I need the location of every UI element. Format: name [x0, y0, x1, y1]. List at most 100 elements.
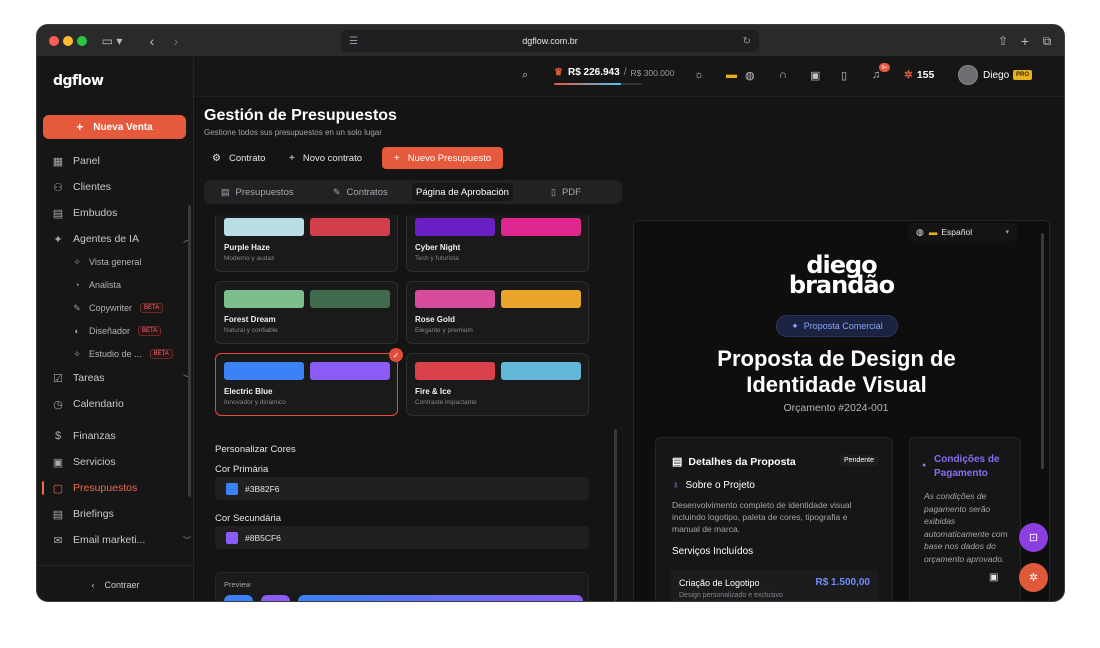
- sidebar-subitem-designer[interactable]: ◐ Diseñador BETA: [71, 322, 162, 340]
- tab-label: Presupuestos: [235, 186, 294, 198]
- color-preview: Preview: [215, 572, 589, 601]
- brand-logo: diego brandão: [634, 253, 1049, 297]
- collapse-sidebar-button[interactable]: ‹ Contraer: [37, 565, 194, 601]
- globe-icon[interactable]: ◍: [745, 69, 755, 82]
- flag-spain-icon[interactable]: ▬: [726, 69, 737, 81]
- sidebar-item-briefings[interactable]: ▤ Briefings: [51, 504, 114, 524]
- tab-overview-icon[interactable]: ⧉: [1039, 31, 1055, 51]
- share-icon[interactable]: ⇧: [995, 31, 1011, 51]
- primary-color-swatch[interactable]: [226, 482, 238, 495]
- chevron-down-icon: ﹀: [183, 535, 191, 545]
- dollar-icon: $: [54, 430, 62, 442]
- sidebar-item-label: Calendario: [73, 398, 124, 410]
- secondary-color-swatch[interactable]: [226, 531, 238, 544]
- secondary-swatch: [501, 290, 581, 308]
- address-bar[interactable]: ☰ dgflow.com.br ↻: [341, 30, 759, 52]
- new-sale-button[interactable]: + Nueva Venta: [43, 115, 186, 139]
- tab-budgets[interactable]: ▤ Presupuestos: [221, 183, 294, 201]
- theme-name: Electric Blue: [224, 387, 273, 396]
- new-budget-button[interactable]: + Nuevo Presupuesto: [382, 147, 503, 169]
- theme-description: Innovador y dinámico: [224, 399, 286, 406]
- contract-settings-button[interactable]: ⚙ Contrato: [212, 147, 265, 169]
- sidebar-item-calendar[interactable]: ◷ Calendario: [51, 394, 124, 414]
- forward-icon[interactable]: ›: [167, 31, 185, 51]
- sidebar-item-email-marketing[interactable]: ✉ Email marketi... ﹀: [51, 530, 191, 550]
- theme-card-cyber-night[interactable]: Cyber Night Tech y futurista: [406, 215, 589, 272]
- sidebar-subitem-label: Vista general: [89, 257, 142, 267]
- sidebar-toggle-icon[interactable]: ▭ ▾: [99, 31, 125, 51]
- revenue-goal[interactable]: ♛ R$ 226.943 / R$ 300.000: [554, 67, 674, 78]
- theme-toggle-icon[interactable]: ☼: [694, 69, 704, 81]
- sidebar-item-panel[interactable]: ▦ Panel: [51, 151, 100, 171]
- browser-toolbar: ▭ ▾ ‹ › ☰ dgflow.com.br ↻ ⇧ + ⧉: [37, 25, 1064, 57]
- sidebar-item-budgets[interactable]: ▢ Presupuestos: [51, 478, 137, 498]
- edit-document-icon: ✎: [333, 186, 341, 197]
- primary-swatch: [224, 290, 304, 308]
- revenue-progress-bar: [554, 83, 642, 85]
- theme-card-forest-dream[interactable]: Forest Dream Natural y confiable: [215, 281, 398, 344]
- new-contract-button[interactable]: + Novo contrato: [289, 147, 362, 169]
- file-icon[interactable]: ▯: [841, 69, 847, 82]
- bell-icon[interactable]: ♫: [872, 69, 880, 81]
- avatar[interactable]: [958, 65, 978, 85]
- sparkle-icon: ✦: [791, 320, 799, 331]
- primary-color-field[interactable]: #3B82F6: [215, 477, 589, 500]
- sparkle-action-button[interactable]: ✲: [1019, 563, 1048, 592]
- sparkle-icon: ✧: [73, 348, 81, 359]
- back-icon[interactable]: ‹: [143, 31, 161, 51]
- tab-approval-page[interactable]: Página de Aprobación: [412, 183, 513, 201]
- theme-settings-panel: Purple Haze Moderno y audaz Cyber Night …: [204, 215, 604, 601]
- tab-pdf[interactable]: ▯ PDF: [551, 183, 581, 201]
- theme-card-purple-haze[interactable]: Purple Haze Moderno y audaz: [215, 215, 398, 272]
- user-name[interactable]: Diego: [983, 70, 1009, 81]
- app-logo[interactable]: dgflow: [53, 73, 104, 89]
- left-panel-scrollbar[interactable]: [614, 429, 617, 601]
- clipboard-icon[interactable]: ▣: [810, 69, 820, 82]
- sidebar-subitem-analyst[interactable]: ◔ Analista: [71, 276, 121, 294]
- streak-counter[interactable]: ✲ 155: [904, 69, 934, 81]
- tab-label: Contratos: [346, 186, 388, 198]
- url-text: dgflow.com.br: [522, 36, 578, 46]
- sidebar-scrollbar[interactable]: [188, 205, 191, 497]
- new-tab-icon[interactable]: +: [1017, 31, 1033, 51]
- sidebar-item-ai-agents[interactable]: ✦ Agentes de IA ︿: [51, 229, 191, 249]
- secondary-color-field[interactable]: #8B5CF6: [215, 526, 589, 549]
- sidebar-item-label: Panel: [73, 155, 100, 167]
- sparkle-icon: ✲: [1028, 572, 1039, 584]
- theme-card-electric-blue[interactable]: Electric Blue Innovador y dinámico ✓: [215, 348, 403, 416]
- page-settings-icon[interactable]: ☰: [349, 36, 358, 47]
- clipboard-icon[interactable]: ▣: [989, 572, 998, 583]
- service-description: Design personalizado e exclusivo: [679, 592, 783, 599]
- zoom-window-button[interactable]: [77, 36, 87, 46]
- sidebar-item-funnels[interactable]: ▤ Embudos: [51, 203, 118, 223]
- document-icon: ▢: [52, 482, 64, 495]
- trophy-icon: ♛: [554, 67, 563, 78]
- checklist-icon: ☑: [53, 372, 63, 385]
- sidebar-item-tasks[interactable]: ☑ Tareas ﹀: [51, 368, 191, 388]
- plus-icon: +: [393, 152, 400, 164]
- sidebar-item-clients[interactable]: ⚇ Clientes: [51, 177, 111, 197]
- sidebar-item-finance[interactable]: $ Finanzas: [51, 426, 116, 446]
- ai-assistant-button[interactable]: ⊡: [1019, 523, 1048, 552]
- theme-description: Tech y futurista: [415, 255, 459, 262]
- preview-scrollbar[interactable]: [1041, 233, 1044, 469]
- headset-icon[interactable]: ∩: [779, 69, 787, 81]
- theme-card-rose-gold[interactable]: Rose Gold Elegante y premium: [406, 281, 589, 344]
- minimize-window-button[interactable]: [63, 36, 73, 46]
- sidebar-subitem-overview[interactable]: ✧ Vista general: [71, 253, 141, 271]
- sidebar-item-label: Agentes de IA: [73, 233, 139, 245]
- proposal-title: Proposta de Design de Identidade Visual: [717, 346, 956, 397]
- sidebar-subitem-copywriter[interactable]: ✎ Copywriter BETA: [71, 299, 164, 317]
- primary-swatch: [415, 218, 495, 236]
- search-icon[interactable]: ⌕: [522, 69, 528, 82]
- sidebar-item-services[interactable]: ▣ Servicios: [51, 452, 116, 472]
- reload-icon[interactable]: ↻: [743, 36, 751, 47]
- theme-description: Contraste impactante: [415, 399, 477, 406]
- close-window-button[interactable]: [49, 36, 59, 46]
- sidebar-subitem-studio[interactable]: ✧ Estudio de ... BETA: [71, 345, 173, 363]
- language-select[interactable]: ◍ ▬ Español ▾: [908, 223, 1017, 241]
- secondary-color-value: #8B5CF6: [245, 532, 281, 543]
- theme-card-fire-ice[interactable]: Fire & Ice Contraste impactante: [406, 353, 589, 416]
- sidebar-subitem-label: Estudio de ...: [89, 349, 142, 359]
- tab-contracts[interactable]: ✎ Contratos: [333, 183, 388, 201]
